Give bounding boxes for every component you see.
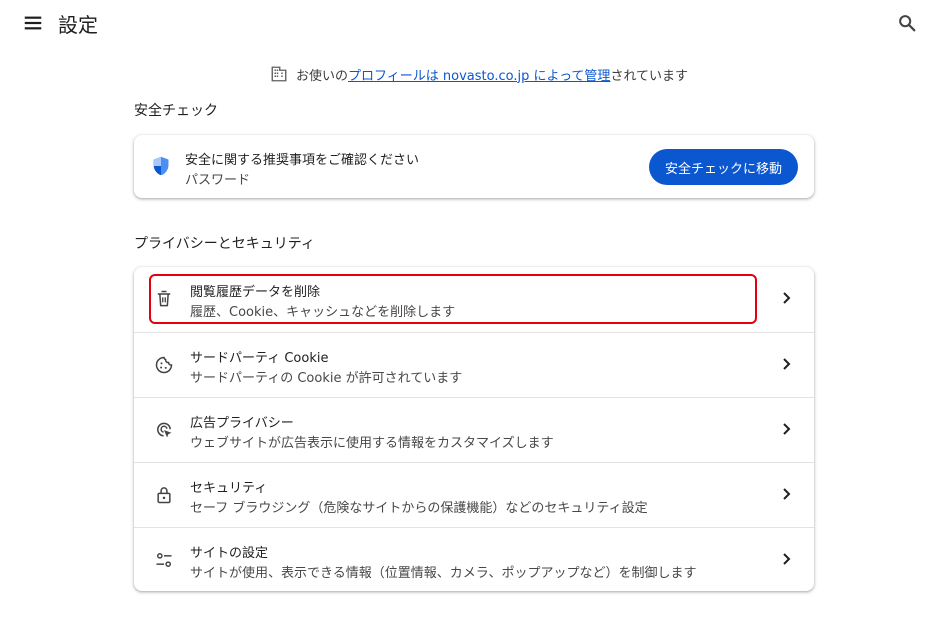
row-title: セキュリティ	[190, 481, 268, 496]
hamburger-menu-icon[interactable]	[22, 12, 44, 34]
row-ad-privacy[interactable]: 広告プライバシー ウェブサイトが広告表示に使用する情報をカスタマイズします	[134, 397, 814, 463]
chevron-right-icon	[783, 488, 791, 500]
chevron-right-icon	[783, 553, 791, 565]
top-bar: 設定	[0, 0, 942, 46]
managed-prefix: お使いの	[296, 68, 349, 84]
row-subtitle: セーフ ブラウジング（危険なサイトからの保護機能）などのセキュリティ設定	[190, 501, 648, 516]
row-clear-browsing-data[interactable]: 閲覧履歴データを削除 履歴、Cookie、キャッシュなどを削除します	[134, 267, 814, 332]
managed-notice: お使いの プロフィールは novasto.co.jp によって管理 されています	[270, 63, 688, 85]
managed-suffix: されています	[610, 68, 689, 84]
row-security[interactable]: セキュリティ セーフ ブラウジング（危険なサイトからの保護機能）などのセキュリテ…	[134, 462, 814, 528]
safety-check-card: 安全に関する推奨事項をご確認ください パスワード 安全チェックに移動	[134, 135, 814, 198]
row-title: サードパーティ Cookie	[190, 351, 329, 366]
row-third-party-cookies[interactable]: サードパーティ Cookie サードパーティの Cookie が許可されています	[134, 332, 814, 398]
safety-check-message: 安全に関する推奨事項をご確認ください	[185, 153, 420, 168]
safety-check-button[interactable]: 安全チェックに移動	[649, 149, 798, 185]
lock-icon	[157, 487, 171, 504]
safety-check-category: パスワード	[185, 173, 251, 188]
chevron-right-icon	[783, 423, 791, 435]
tune-icon	[156, 553, 172, 567]
cookie-icon	[155, 356, 173, 374]
managed-profile-link[interactable]: プロフィールは novasto.co.jp によって管理	[348, 65, 610, 84]
row-subtitle: サードパーティの Cookie が許可されています	[190, 371, 463, 386]
chevron-right-icon	[783, 292, 791, 304]
search-icon[interactable]	[896, 12, 918, 34]
safety-check-section-title: 安全チェック	[134, 103, 218, 119]
trash-icon	[157, 290, 171, 307]
row-title: サイトの設定	[190, 546, 269, 561]
privacy-section-title: プライバシーとセキュリティ	[134, 236, 315, 252]
row-site-settings[interactable]: サイトの設定 サイトが使用、表示できる情報（位置情報、カメラ、ポップアップなど）…	[134, 527, 814, 593]
row-subtitle: サイトが使用、表示できる情報（位置情報、カメラ、ポップアップなど）を制御します	[190, 566, 697, 581]
ad-privacy-icon	[157, 422, 172, 438]
chevron-right-icon	[783, 358, 791, 370]
building-icon	[271, 66, 287, 82]
row-subtitle: 履歴、Cookie、キャッシュなどを削除します	[190, 305, 456, 320]
row-subtitle: ウェブサイトが広告表示に使用する情報をカスタマイズします	[190, 436, 554, 451]
shield-icon	[153, 156, 169, 176]
row-title: 広告プライバシー	[190, 416, 294, 431]
row-title: 閲覧履歴データを削除	[190, 285, 321, 300]
page-title: 設定	[58, 13, 98, 37]
privacy-card: 閲覧履歴データを削除 履歴、Cookie、キャッシュなどを削除します サードパー…	[134, 267, 814, 591]
